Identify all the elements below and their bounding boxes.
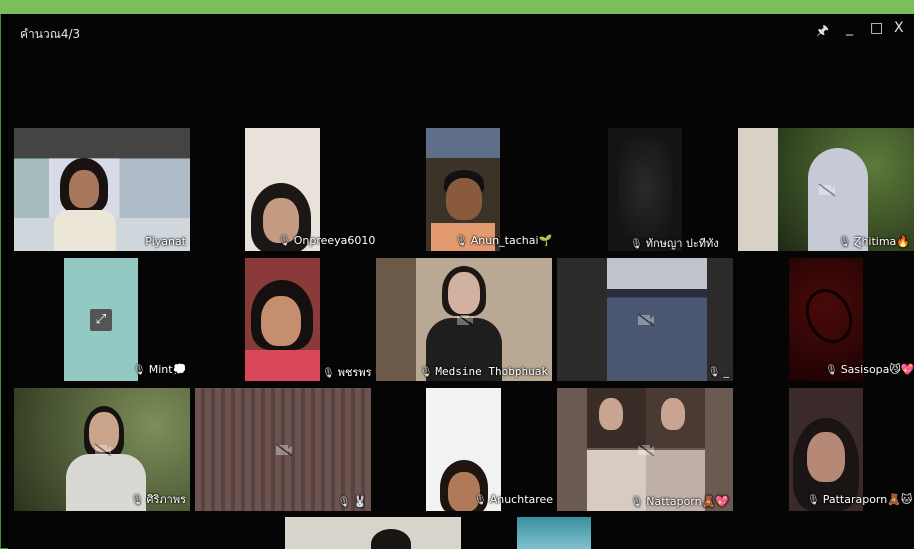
mic-muted-icon: 🎙 bbox=[322, 368, 335, 379]
mic-muted-icon: 🎙 bbox=[133, 365, 146, 376]
participant-face bbox=[448, 272, 480, 314]
video-tile[interactable]: ⤢ bbox=[64, 258, 138, 381]
video-tile[interactable] bbox=[517, 517, 591, 549]
participant-body bbox=[245, 350, 320, 381]
mic-muted-icon: 🎙 bbox=[455, 236, 468, 247]
participant-name: 🎙 _ bbox=[707, 365, 729, 378]
mic-muted-icon: 🎙 bbox=[474, 495, 487, 506]
mic-muted-icon: 🎙 bbox=[838, 237, 851, 248]
participant-name: 🎙 🐰 bbox=[337, 495, 367, 508]
mic-muted-icon: 🎙 bbox=[630, 239, 643, 250]
participant-face bbox=[807, 432, 845, 482]
participant-name: 🎙 Medsine Thobphuak bbox=[419, 365, 548, 378]
taskbar-strip bbox=[0, 0, 914, 14]
mic-muted-icon: 🎙 bbox=[825, 365, 838, 376]
video-tile[interactable] bbox=[245, 128, 320, 251]
camera-off-icon bbox=[456, 313, 474, 327]
mic-muted-icon: 🎙 bbox=[707, 367, 721, 378]
video-tile[interactable]: 🎙 Nattaporn🧸💖 bbox=[557, 388, 733, 511]
background-door bbox=[376, 258, 416, 381]
participant-name: 🎙 Mint💭 bbox=[133, 363, 187, 376]
video-tile[interactable]: 🎙 _ bbox=[557, 258, 733, 381]
camera-off-icon bbox=[818, 183, 836, 197]
camera-off-icon bbox=[275, 443, 293, 457]
participant-body bbox=[54, 210, 116, 251]
participant-name: 🎙 ทักษญา ปะทีทัง bbox=[630, 237, 719, 250]
mic-muted-icon: 🎙 bbox=[130, 495, 144, 506]
expand-icon[interactable]: ⤢ bbox=[90, 309, 112, 331]
background-window bbox=[426, 128, 500, 158]
video-tile[interactable] bbox=[608, 128, 682, 251]
video-tile[interactable]: 🎙 ศิริภาพร bbox=[14, 388, 190, 511]
participant-face bbox=[661, 398, 685, 430]
participant-face bbox=[69, 170, 99, 208]
participant-name: 🎙 Anun_tachai🌱 bbox=[455, 234, 553, 247]
video-tile[interactable] bbox=[426, 128, 500, 251]
video-tile[interactable]: 🎙 Medsine Thobphuak bbox=[376, 258, 552, 381]
participant-name: 🎙 Onpreeya6010 bbox=[278, 234, 376, 247]
participant-name: Piyanat bbox=[145, 235, 186, 248]
pin-icon[interactable]: 🖈 bbox=[816, 20, 829, 44]
participant-name: 🎙 Anuchtaree bbox=[474, 493, 554, 506]
mic-muted-icon: 🎙 bbox=[419, 367, 433, 378]
camera-off-icon bbox=[637, 313, 655, 327]
participant-face bbox=[446, 178, 482, 220]
participant-face bbox=[261, 296, 301, 346]
video-tile[interactable] bbox=[285, 517, 461, 549]
dark-shape bbox=[797, 281, 861, 351]
background-wall bbox=[738, 128, 778, 251]
mic-muted-icon: 🎙 bbox=[337, 497, 351, 508]
participant-name: 🎙 Ɀhitima🔥 bbox=[838, 235, 910, 248]
participant-hair bbox=[371, 529, 411, 549]
minimize-button[interactable]: _ bbox=[846, 20, 853, 36]
maximize-button[interactable]: □ bbox=[870, 20, 883, 36]
video-tile[interactable] bbox=[245, 258, 320, 381]
mic-muted-icon: 🎙 bbox=[278, 236, 291, 247]
participant-name: 🎙 พชรพร bbox=[322, 366, 372, 379]
mic-muted-icon: 🎙 bbox=[807, 495, 820, 506]
participant-face bbox=[599, 398, 623, 430]
video-tile[interactable]: Piyanat bbox=[14, 128, 190, 251]
mic-muted-icon: 🎙 bbox=[630, 497, 644, 508]
participant-name: 🎙 ศิริภาพร bbox=[130, 493, 186, 506]
camera-off-icon bbox=[94, 443, 112, 457]
participant-body bbox=[607, 258, 707, 381]
participant-name: 🎙 Sasisopa😼💖 bbox=[825, 363, 914, 376]
close-button[interactable]: X bbox=[894, 20, 904, 36]
dark-video bbox=[618, 138, 673, 238]
window-title: คำนวณ4/3 bbox=[20, 27, 81, 41]
video-tile[interactable]: 🎙 Ɀhitima🔥 bbox=[738, 128, 914, 251]
participant-name: 🎙 Pattaraporn🧸🐱 bbox=[807, 493, 913, 506]
video-tile[interactable]: 🎙 🐰 bbox=[195, 388, 371, 511]
participant-name: 🎙 Nattaporn🧸💖 bbox=[630, 495, 729, 508]
camera-off-icon bbox=[637, 443, 655, 457]
